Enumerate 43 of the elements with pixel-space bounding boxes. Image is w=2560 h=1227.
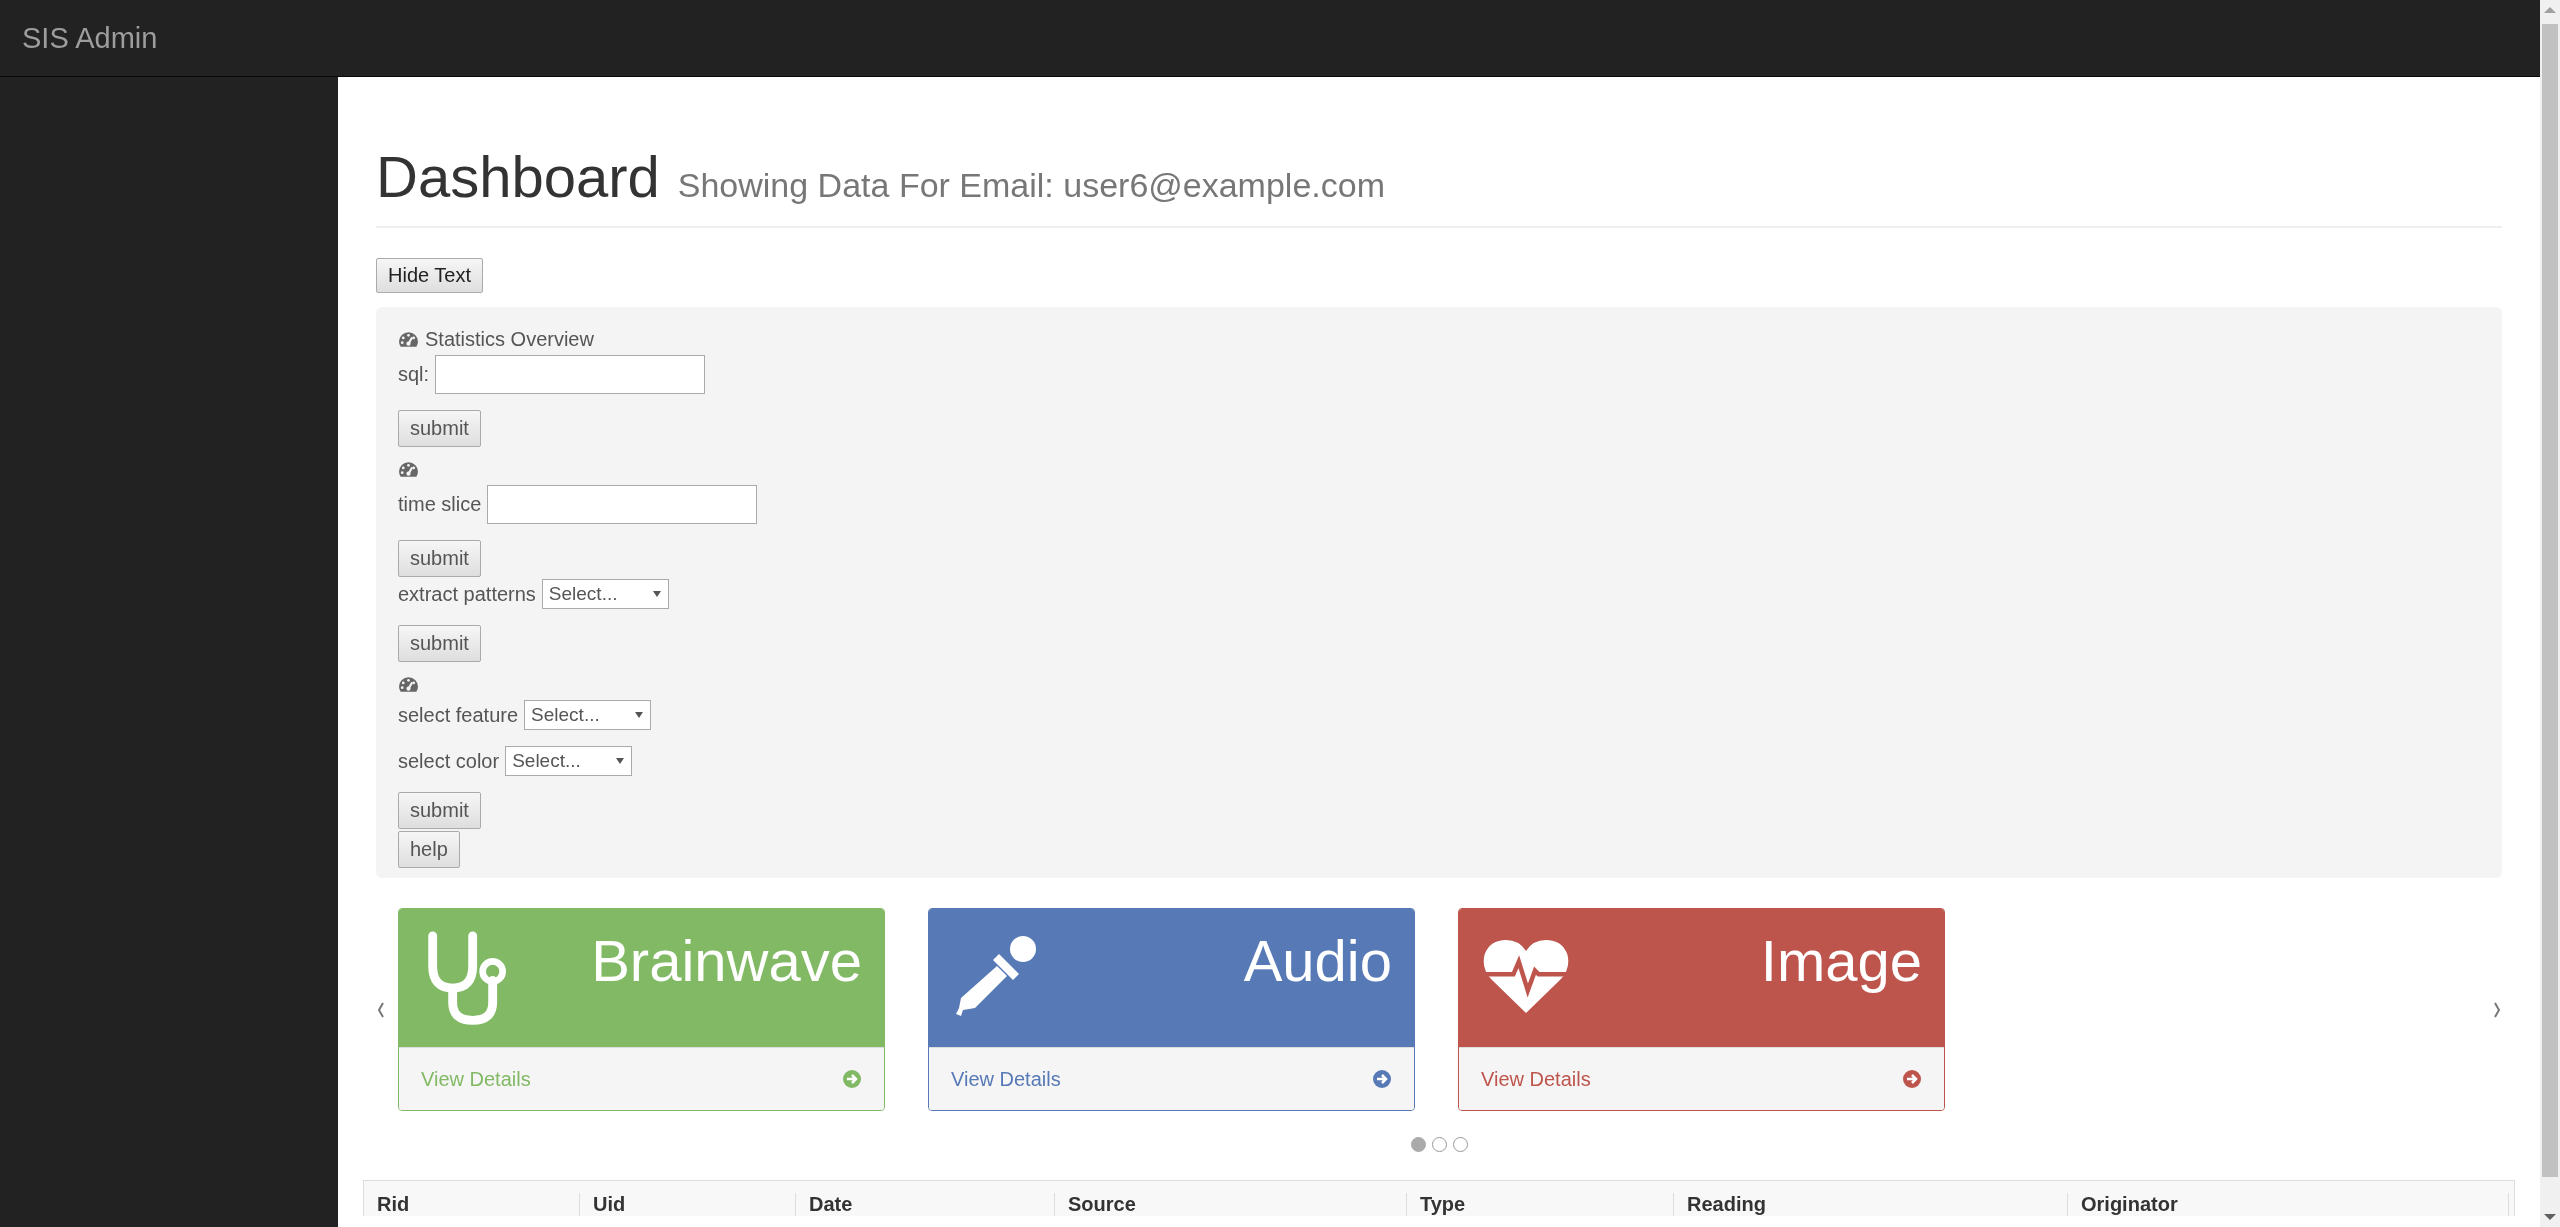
view-details-link[interactable]: View Details <box>1481 1067 1591 1091</box>
column-header[interactable]: Uid <box>593 1193 626 1215</box>
field-label: select color <box>398 749 500 773</box>
page-subtitle: Showing Data For Email: user6@example.com <box>677 166 1385 205</box>
card-title: Audio <box>1243 927 1392 994</box>
form-button[interactable]: submit <box>398 410 481 447</box>
field-label: time slice <box>398 493 482 516</box>
brand-name[interactable]: SIS Admin <box>22 21 158 55</box>
carousel-indicator[interactable] <box>1410 1137 1426 1152</box>
field-label: sql: <box>398 363 430 386</box>
arrow-circle-icon[interactable] <box>1372 1069 1392 1089</box>
caret-icon <box>614 757 625 765</box>
column-header[interactable]: Rid <box>377 1193 410 1215</box>
scrollbar[interactable] <box>2540 0 2560 1227</box>
select-dropdown[interactable]: Select... <box>505 746 632 776</box>
form-button[interactable]: submit <box>398 792 481 829</box>
card-title: Brainwave <box>591 927 862 994</box>
input-field[interactable] <box>435 355 706 394</box>
gauge-icon <box>398 460 419 478</box>
column-header[interactable]: Type <box>1420 1193 1466 1215</box>
caret-icon <box>633 711 644 719</box>
page-title: Dashboard <box>376 143 660 210</box>
gauge-icon <box>398 330 419 348</box>
form-button[interactable]: help <box>398 831 460 868</box>
form-button[interactable]: submit <box>398 625 481 662</box>
gauge-icon <box>398 675 419 693</box>
card-title: Image <box>1760 927 1922 994</box>
arrow-circle-icon[interactable] <box>842 1069 862 1089</box>
select-dropdown[interactable]: Select... <box>541 579 669 609</box>
caret-icon <box>651 590 662 598</box>
form-button[interactable]: submit <box>398 540 481 577</box>
section-heading: Statistics Overview <box>425 327 594 351</box>
arrow-circle-icon[interactable] <box>1902 1069 1922 1089</box>
view-details-link[interactable]: View Details <box>951 1067 1061 1091</box>
column-header[interactable]: Source <box>1068 1193 1136 1215</box>
select-dropdown[interactable]: Select... <box>524 700 651 730</box>
hide-text-button[interactable]: Hide Text <box>376 258 483 293</box>
column-header[interactable]: Date <box>809 1193 853 1215</box>
field-label: select feature <box>398 703 519 727</box>
input-field[interactable] <box>487 485 758 524</box>
column-header[interactable]: Originator <box>2081 1193 2178 1215</box>
column-header[interactable]: Reading <box>1687 1193 1766 1215</box>
field-label: extract patterns <box>398 582 536 606</box>
